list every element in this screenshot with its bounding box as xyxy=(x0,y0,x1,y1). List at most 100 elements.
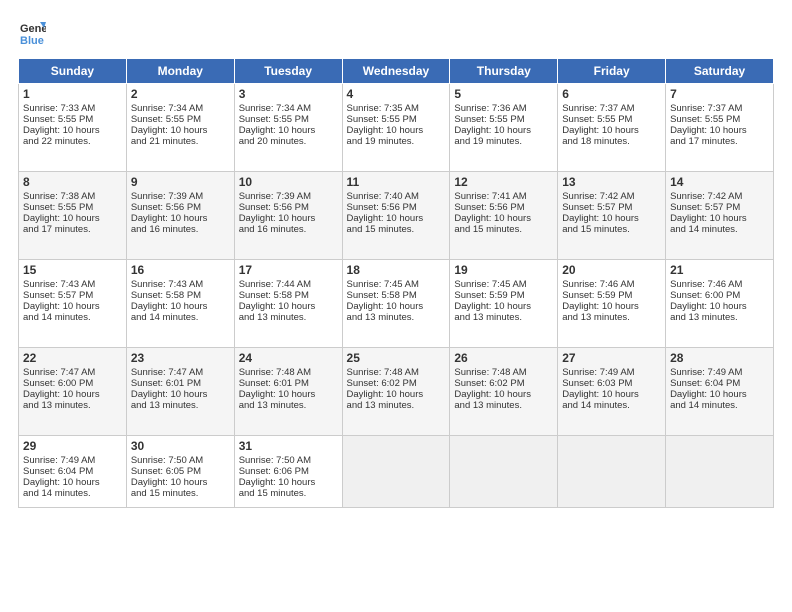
day-info-line: Daylight: 10 hours xyxy=(562,125,661,136)
day-info-line: Sunrise: 7:39 AM xyxy=(239,191,338,202)
header: General Blue xyxy=(18,18,774,46)
calendar-cell: 17Sunrise: 7:44 AMSunset: 5:58 PMDayligh… xyxy=(234,260,342,348)
day-info-line: Sunrise: 7:47 AM xyxy=(131,367,230,378)
day-info-line: Daylight: 10 hours xyxy=(562,301,661,312)
day-info-line: Daylight: 10 hours xyxy=(562,389,661,400)
day-info-line: Sunset: 5:55 PM xyxy=(23,114,122,125)
day-info-line: Sunset: 6:03 PM xyxy=(562,378,661,389)
calendar-cell xyxy=(342,436,450,508)
week-row-1: 8 Sunrise: 7:38 AMSunset: 5:55 PMDaylight… xyxy=(19,172,774,260)
calendar-cell: 14Sunrise: 7:42 AMSunset: 5:57 PMDayligh… xyxy=(666,172,774,260)
day-number: 17 xyxy=(239,263,338,277)
page: General Blue SundayMondayTuesdayWednesda… xyxy=(0,0,792,518)
logo: General Blue xyxy=(18,18,50,46)
weekday-header-wednesday: Wednesday xyxy=(342,59,450,84)
day-info-line: Daylight: 10 hours xyxy=(131,389,230,400)
day-info-line: and 19 minutes. xyxy=(347,136,446,147)
calendar-cell: 15Sunrise: 7:43 AMSunset: 5:57 PMDayligh… xyxy=(19,260,127,348)
day-info-line: and 14 minutes. xyxy=(670,224,769,235)
day-number: 16 xyxy=(131,263,230,277)
calendar-cell: 13Sunrise: 7:42 AMSunset: 5:57 PMDayligh… xyxy=(558,172,666,260)
day-info-line: and 21 minutes. xyxy=(131,136,230,147)
day-info-line: and 20 minutes. xyxy=(239,136,338,147)
day-info-line: Sunset: 6:04 PM xyxy=(670,378,769,389)
day-info-line: Daylight: 10 hours xyxy=(670,389,769,400)
day-info-line: and 16 minutes. xyxy=(131,224,230,235)
day-info-line: and 17 minutes. xyxy=(670,136,769,147)
day-number: 27 xyxy=(562,351,661,365)
weekday-header-saturday: Saturday xyxy=(666,59,774,84)
calendar-cell: 22Sunrise: 7:47 AMSunset: 6:00 PMDayligh… xyxy=(19,348,127,436)
day-info-line: Daylight: 10 hours xyxy=(670,301,769,312)
day-info-line: and 13 minutes. xyxy=(23,400,122,411)
day-info-line: Sunrise: 7:46 AM xyxy=(562,279,661,290)
day-info-line: Sunrise: 7:41 AM xyxy=(454,191,553,202)
day-number: 15 xyxy=(23,263,122,277)
day-number: 7 xyxy=(670,87,769,101)
calendar-cell: 5Sunrise: 7:36 AMSunset: 5:55 PMDaylight… xyxy=(450,84,558,172)
weekday-header-thursday: Thursday xyxy=(450,59,558,84)
day-info-line: Sunrise: 7:45 AM xyxy=(454,279,553,290)
calendar-table: SundayMondayTuesdayWednesdayThursdayFrid… xyxy=(18,58,774,508)
calendar-cell xyxy=(450,436,558,508)
day-info-line: Sunset: 5:57 PM xyxy=(670,202,769,213)
day-number: 14 xyxy=(670,175,769,189)
day-number: 6 xyxy=(562,87,661,101)
weekday-header-row: SundayMondayTuesdayWednesdayThursdayFrid… xyxy=(19,59,774,84)
calendar-cell: 28Sunrise: 7:49 AMSunset: 6:04 PMDayligh… xyxy=(666,348,774,436)
day-info-line: and 14 minutes. xyxy=(23,312,122,323)
day-info-line: and 13 minutes. xyxy=(454,312,553,323)
day-info-line: Sunset: 5:59 PM xyxy=(454,290,553,301)
day-info-line: and 17 minutes. xyxy=(23,224,122,235)
day-info-line: Sunrise: 7:49 AM xyxy=(670,367,769,378)
day-number: 10 xyxy=(239,175,338,189)
calendar-cell: 29Sunrise: 7:49 AMSunset: 6:04 PMDayligh… xyxy=(19,436,127,508)
day-info-line: Sunrise: 7:35 AM xyxy=(347,103,446,114)
day-info-line: Sunrise: 7:39 AM xyxy=(131,191,230,202)
day-info-line: Daylight: 10 hours xyxy=(131,301,230,312)
day-info-line: Daylight: 10 hours xyxy=(239,477,338,488)
calendar-cell: 20Sunrise: 7:46 AMSunset: 5:59 PMDayligh… xyxy=(558,260,666,348)
day-info-line: Daylight: 10 hours xyxy=(23,213,122,224)
day-info-line: Daylight: 10 hours xyxy=(23,477,122,488)
day-info-line: Sunset: 6:06 PM xyxy=(239,466,338,477)
day-info-line: Sunset: 5:55 PM xyxy=(23,202,122,213)
day-info-line: Sunrise: 7:40 AM xyxy=(347,191,446,202)
day-info-line: and 15 minutes. xyxy=(454,224,553,235)
week-row-4: 29Sunrise: 7:49 AMSunset: 6:04 PMDayligh… xyxy=(19,436,774,508)
day-info-line: Sunrise: 7:38 AM xyxy=(23,191,122,202)
day-info-line: Sunset: 6:00 PM xyxy=(23,378,122,389)
day-number: 13 xyxy=(562,175,661,189)
day-number: 11 xyxy=(347,175,446,189)
day-number: 18 xyxy=(347,263,446,277)
day-number: 9 xyxy=(131,175,230,189)
day-info-line: and 13 minutes. xyxy=(239,400,338,411)
day-info-line: Sunrise: 7:34 AM xyxy=(131,103,230,114)
calendar-cell xyxy=(666,436,774,508)
week-row-2: 15Sunrise: 7:43 AMSunset: 5:57 PMDayligh… xyxy=(19,260,774,348)
day-info-line: and 14 minutes. xyxy=(562,400,661,411)
calendar-cell: 6Sunrise: 7:37 AMSunset: 5:55 PMDaylight… xyxy=(558,84,666,172)
day-number: 24 xyxy=(239,351,338,365)
day-number: 22 xyxy=(23,351,122,365)
day-info-line: and 14 minutes. xyxy=(23,488,122,499)
day-info-line: Sunset: 5:58 PM xyxy=(347,290,446,301)
calendar-cell: 4Sunrise: 7:35 AMSunset: 5:55 PMDaylight… xyxy=(342,84,450,172)
day-info-line: and 13 minutes. xyxy=(347,312,446,323)
day-info-line: Sunrise: 7:46 AM xyxy=(670,279,769,290)
day-info-line: Sunrise: 7:50 AM xyxy=(131,455,230,466)
weekday-header-monday: Monday xyxy=(126,59,234,84)
day-info-line: Sunrise: 7:49 AM xyxy=(23,455,122,466)
day-info-line: Sunset: 5:56 PM xyxy=(239,202,338,213)
day-number: 21 xyxy=(670,263,769,277)
calendar-cell: 2Sunrise: 7:34 AMSunset: 5:55 PMDaylight… xyxy=(126,84,234,172)
day-info-line: Daylight: 10 hours xyxy=(670,125,769,136)
day-info-line: Sunrise: 7:42 AM xyxy=(562,191,661,202)
day-info-line: Sunrise: 7:48 AM xyxy=(239,367,338,378)
day-number: 8 xyxy=(23,175,122,189)
day-number: 26 xyxy=(454,351,553,365)
day-info-line: Sunset: 5:56 PM xyxy=(454,202,553,213)
day-info-line: Daylight: 10 hours xyxy=(131,125,230,136)
calendar-cell: 27Sunrise: 7:49 AMSunset: 6:03 PMDayligh… xyxy=(558,348,666,436)
day-info-line: Sunset: 6:01 PM xyxy=(131,378,230,389)
